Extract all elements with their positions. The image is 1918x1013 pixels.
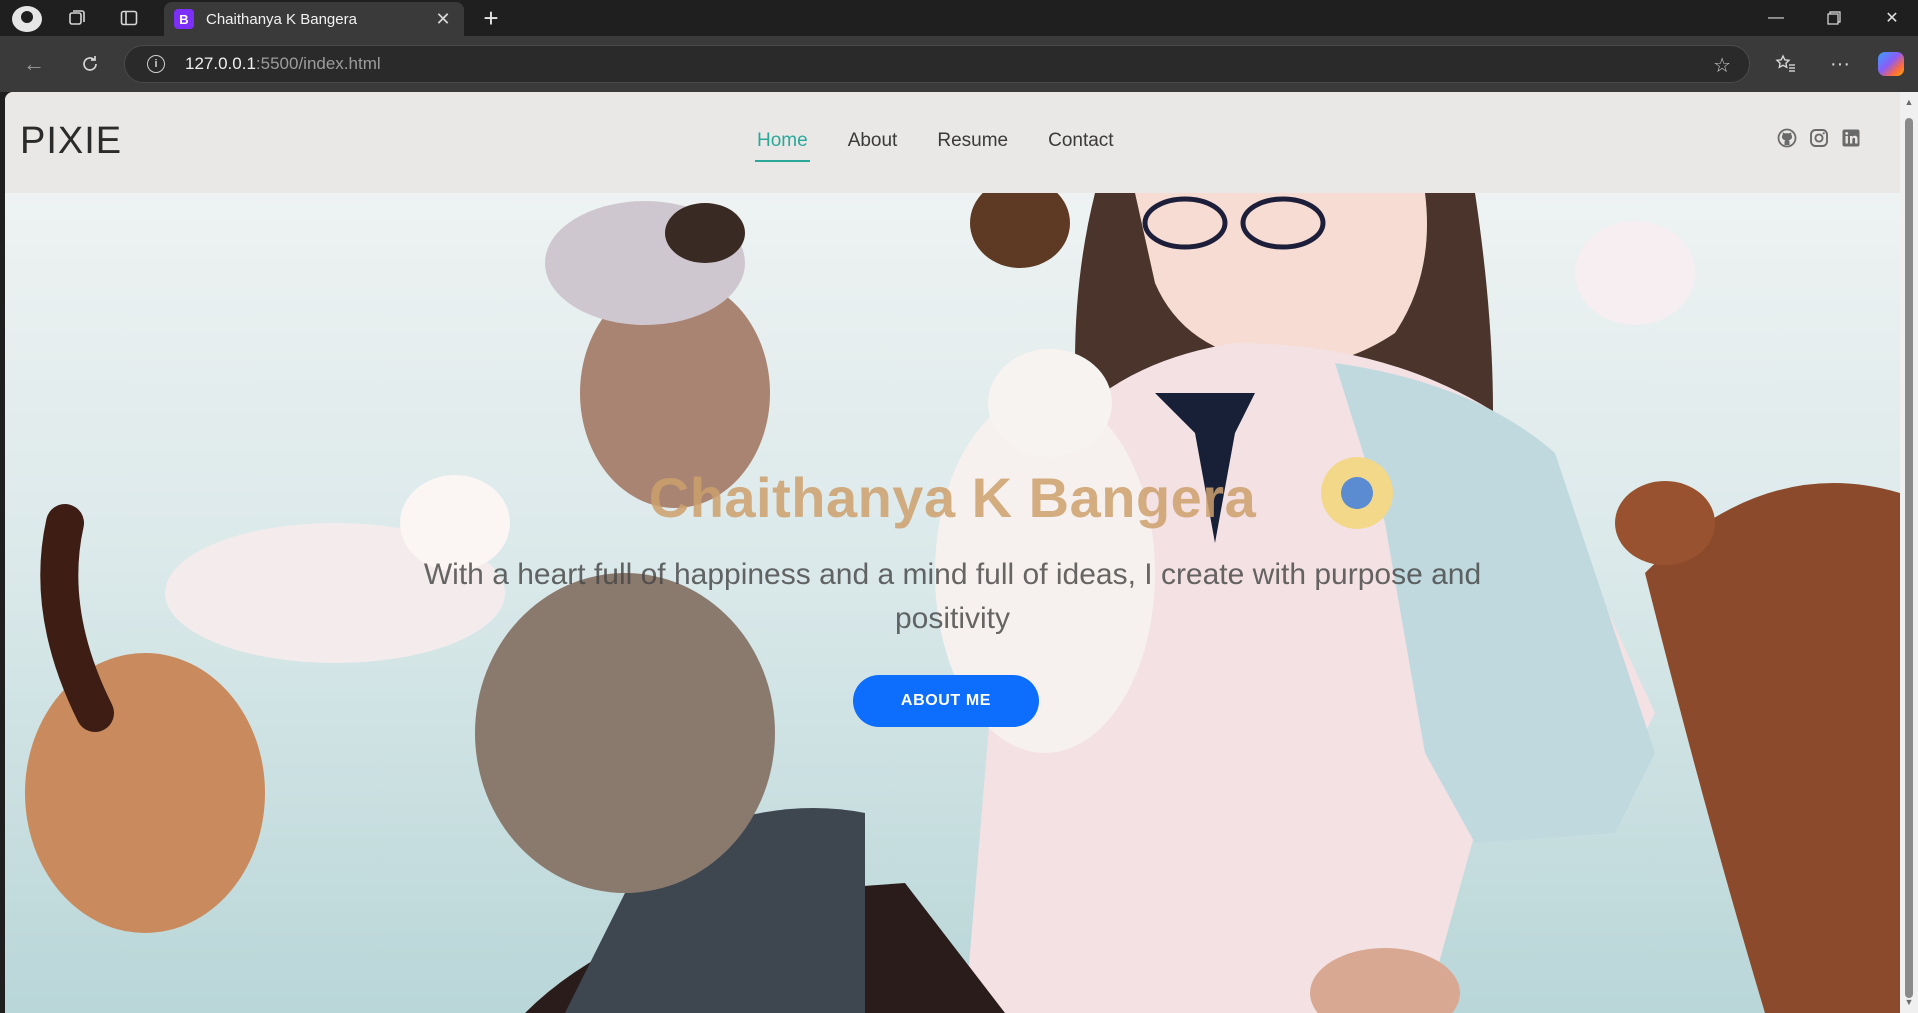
favorite-star-icon[interactable]: ☆ [1713,53,1731,78]
bootstrap-favicon-icon: B [174,9,194,29]
github-icon[interactable] [1777,128,1797,148]
url-text[interactable]: 127.0.0.1:5500/index.html [185,54,381,74]
site-info-icon[interactable]: i [147,55,165,73]
page-viewport: PIXIE Home About Resume Contact Chaithan… [5,92,1900,1013]
active-tab[interactable]: B Chaithanya K Bangera ✕ [164,2,464,36]
tab-title: Chaithanya K Bangera [206,10,357,28]
favorites-icon[interactable] [1768,48,1804,80]
workspaces-icon[interactable] [62,4,92,32]
nav-resume[interactable]: Resume [937,130,1008,162]
page-scrollbar[interactable]: ▲ ▼ [1900,92,1918,1013]
main-nav: Home About Resume Contact [755,130,1114,162]
copilot-icon[interactable] [1878,52,1904,76]
close-tab-icon[interactable]: ✕ [432,8,454,30]
nav-about[interactable]: About [848,130,898,162]
reload-button[interactable] [72,48,108,80]
site-logo[interactable]: PIXIE [20,120,122,163]
site-header: PIXIE Home About Resume Contact [5,92,1900,193]
address-bar[interactable]: i 127.0.0.1:5500/index.html ☆ [124,45,1750,83]
scroll-thumb[interactable] [1905,118,1913,998]
nav-contact[interactable]: Contact [1048,130,1113,162]
social-links [1777,128,1861,148]
browser-tab-bar: B Chaithanya K Bangera ✕ + — ✕ [0,0,1918,36]
hero-subtitle: With a heart full of happiness and a min… [423,558,1482,635]
linkedin-icon[interactable] [1841,128,1861,148]
scroll-up-icon[interactable]: ▲ [1904,98,1914,107]
browser-toolbar: ← i 127.0.0.1:5500/index.html ☆ ··· [0,36,1918,92]
new-tab-button[interactable]: + [476,3,506,33]
minimize-button[interactable]: — [1752,2,1800,34]
back-button[interactable]: ← [16,48,52,80]
hero-section: Chaithanya K Bangera With a heart full o… [5,193,1900,1013]
scroll-down-icon[interactable]: ▼ [1904,998,1914,1007]
close-window-button[interactable]: ✕ [1868,2,1916,34]
profile-icon[interactable] [12,6,42,32]
hero-title: Chaithanya K Bangera [648,466,1257,529]
restore-button[interactable] [1810,2,1858,34]
about-me-button[interactable]: ABOUT ME [853,675,1039,727]
nav-home[interactable]: Home [755,130,810,162]
instagram-icon[interactable] [1809,128,1829,148]
more-options-icon[interactable]: ··· [1822,48,1858,80]
vertical-tabs-icon[interactable] [114,4,144,32]
